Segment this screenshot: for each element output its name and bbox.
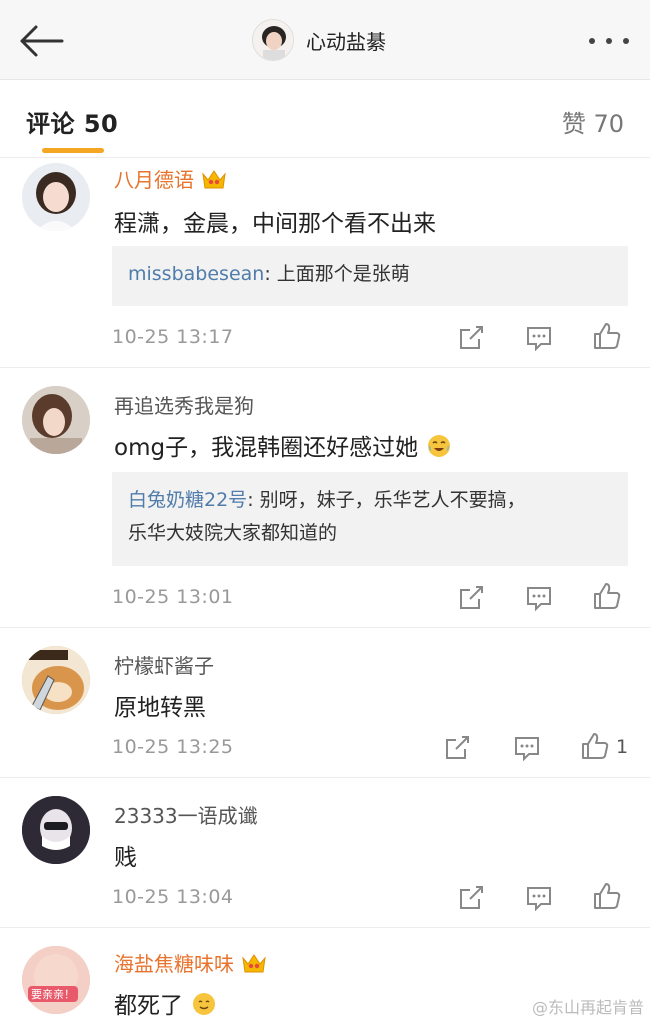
comment-tabs: 评论 50 赞 70 xyxy=(0,80,650,158)
avatar[interactable] xyxy=(22,796,90,864)
comment-icon[interactable] xyxy=(524,323,554,353)
avatar[interactable]: 要亲亲！ xyxy=(22,946,90,1014)
comment-page: 心动盐綦 评论 50 赞 70 八月德语 程潇，金晨，中间那个看不出来 miss… xyxy=(0,0,650,1024)
comment-time: 10-25 13:01 xyxy=(112,586,234,608)
share-icon[interactable] xyxy=(456,323,486,353)
profile-header[interactable]: 心动盐綦 xyxy=(252,18,386,62)
comment-icon[interactable] xyxy=(512,733,542,763)
comment-text: 贱 xyxy=(114,845,137,871)
like-count: 1 xyxy=(616,736,629,758)
avatar[interactable] xyxy=(22,646,90,714)
reply-text: : 上面那个是张萌 xyxy=(264,263,410,285)
reply-username[interactable]: missbabesean xyxy=(128,263,264,285)
comment-item: 八月德语 程潇，金晨，中间那个看不出来 missbabesean: 上面那个是张… xyxy=(0,158,650,368)
comment-time: 10-25 13:25 xyxy=(112,736,234,758)
avatar-sticker-text: 要亲亲！ xyxy=(31,987,75,1001)
comment-username[interactable]: 再追选秀我是狗 xyxy=(114,390,254,419)
comment-icon[interactable] xyxy=(524,583,554,613)
comment-text: 程潇，金晨，中间那个看不出来 xyxy=(114,211,436,237)
reply-username[interactable]: 白兔奶糖22号 xyxy=(128,489,247,511)
reply-box[interactable]: missbabesean: 上面那个是张萌 xyxy=(112,246,628,306)
comment-item: 23333一语成谶 贱 10-25 13:04 xyxy=(0,778,650,928)
comment-text: omg子，我混韩圈还好感过她 xyxy=(114,428,451,462)
comment-item: 再追选秀我是狗 omg子，我混韩圈还好感过她 白兔奶糖22号: 别呀，妹子，乐华… xyxy=(0,368,650,628)
avatar[interactable] xyxy=(22,163,90,231)
reply-text-continued: 乐华大妓院大家都知道的 xyxy=(128,522,338,544)
share-icon[interactable] xyxy=(456,583,486,613)
reply-text: : 别呀，妹子，乐华艺人不要搞， xyxy=(247,489,526,511)
comment-time: 10-25 13:17 xyxy=(112,326,234,348)
reply-box[interactable]: 白兔奶糖22号: 别呀，妹子，乐华艺人不要搞， 乐华大妓院大家都知道的 xyxy=(112,472,628,566)
comment-time: 10-25 13:04 xyxy=(112,886,234,908)
thumbs-up-icon[interactable] xyxy=(592,881,622,911)
active-tab-indicator xyxy=(42,148,104,153)
tab-likes[interactable]: 赞 70 xyxy=(562,104,624,139)
comment-text: 都死了 xyxy=(114,986,216,1020)
smile-emoji-icon xyxy=(193,993,216,1015)
tab-comments[interactable]: 评论 50 xyxy=(26,104,118,139)
comment-username[interactable]: 23333一语成谶 xyxy=(114,800,258,829)
page-title: 心动盐綦 xyxy=(306,29,386,54)
avatar[interactable] xyxy=(22,386,90,454)
crying-laughing-emoji-icon xyxy=(428,435,451,457)
arrow-left-icon[interactable] xyxy=(18,24,66,58)
comment-item: 柠檬虾酱子 原地转黑 10-25 13:25 1 xyxy=(0,628,650,778)
watermark: @东山再起肯普 xyxy=(531,998,644,1017)
profile-avatar[interactable] xyxy=(252,19,294,61)
comment-text: 原地转黑 xyxy=(114,695,206,721)
top-nav-bar: 心动盐綦 xyxy=(0,0,650,80)
thumbs-up-icon[interactable] xyxy=(592,581,622,611)
comment-username[interactable]: 柠檬虾酱子 xyxy=(114,650,214,679)
vip-crown-icon xyxy=(202,169,226,188)
thumbs-up-icon[interactable] xyxy=(580,731,610,761)
comment-username[interactable]: 海盐焦糖味味 xyxy=(114,948,268,977)
vip-crown-icon xyxy=(242,953,266,972)
share-icon[interactable] xyxy=(442,733,472,763)
share-icon[interactable] xyxy=(456,883,486,913)
ellipsis-icon[interactable] xyxy=(586,34,632,48)
comment-username[interactable]: 八月德语 xyxy=(114,164,228,193)
thumbs-up-icon[interactable] xyxy=(592,321,622,351)
comment-icon[interactable] xyxy=(524,883,554,913)
